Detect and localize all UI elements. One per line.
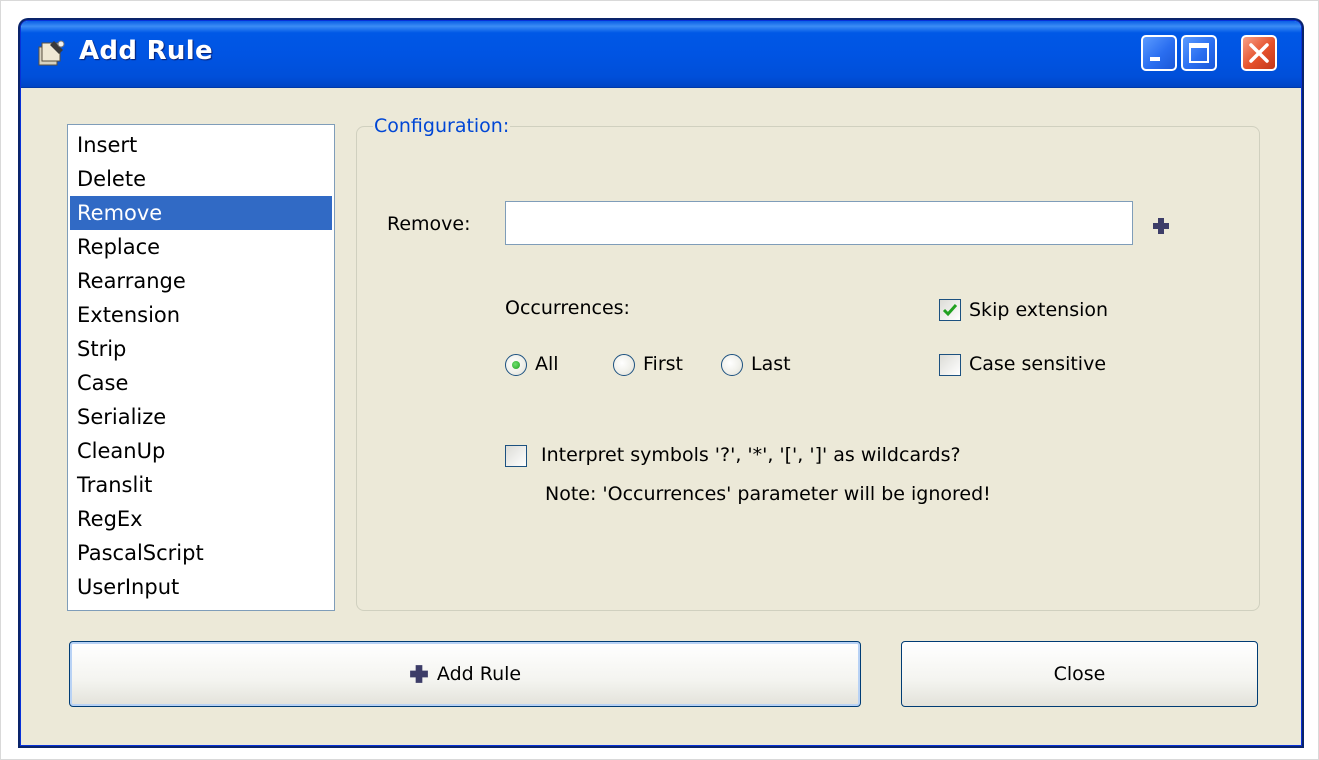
rule-list-item[interactable]: Remove: [70, 196, 332, 230]
wildcards-label[interactable]: Interpret symbols '?', '*', '[', ']' as …: [541, 444, 961, 466]
rule-list-item[interactable]: Rearrange: [70, 264, 332, 298]
case-sensitive-label[interactable]: Case sensitive: [969, 353, 1106, 375]
rule-list-item[interactable]: Serialize: [70, 400, 332, 434]
rule-wizard-icon: [37, 39, 67, 67]
occurrences-last-label[interactable]: Last: [751, 353, 791, 375]
radio-selected-dot: [512, 361, 520, 369]
add-rule-button[interactable]: Add Rule: [69, 641, 861, 707]
maximize-button[interactable]: [1181, 35, 1217, 71]
rule-list-item[interactable]: Extension: [70, 298, 332, 332]
add-rule-window: Add Rule Insert Delete Remove Replace Rearra…: [20, 20, 1302, 746]
occurrences-label: Occurrences:: [505, 297, 630, 319]
occurrences-all-label[interactable]: All: [535, 353, 559, 375]
wildcards-checkbox[interactable]: [505, 445, 527, 467]
skip-extension-label[interactable]: Skip extension: [969, 299, 1108, 321]
configuration-legend: Configuration:: [373, 115, 511, 137]
case-sensitive-checkbox[interactable]: [939, 354, 961, 376]
close-button[interactable]: Close: [901, 641, 1258, 707]
close-label: Close: [1053, 663, 1106, 685]
rule-list-item[interactable]: UserInput: [70, 570, 332, 604]
rule-list-item[interactable]: Insert: [70, 128, 332, 162]
configuration-group: [356, 126, 1260, 611]
maximize-icon: [1189, 43, 1209, 63]
rule-list-item[interactable]: Case: [70, 366, 332, 400]
close-icon: [1249, 43, 1269, 63]
wildcards-note: Note: 'Occurrences' parameter will be ig…: [545, 483, 991, 505]
rule-list-item[interactable]: CleanUp: [70, 434, 332, 468]
plus-icon[interactable]: [1152, 217, 1170, 239]
occurrences-first-radio[interactable]: [613, 354, 635, 376]
rule-list[interactable]: Insert Delete Remove Replace Rearrange Extens…: [67, 124, 335, 611]
rule-list-item[interactable]: PascalScript: [70, 536, 332, 570]
add-rule-label: Add Rule: [436, 663, 522, 685]
title-bar[interactable]: Add Rule: [21, 21, 1301, 88]
rule-list-item[interactable]: Translit: [70, 468, 332, 502]
plus-icon: [409, 664, 429, 684]
remove-input[interactable]: [505, 201, 1133, 245]
occurrences-first-label[interactable]: First: [643, 353, 683, 375]
close-window-button[interactable]: [1241, 35, 1277, 71]
remove-label: Remove:: [387, 213, 471, 235]
rule-list-item[interactable]: Replace: [70, 230, 332, 264]
minimize-icon: [1150, 57, 1160, 61]
checkmark-icon: [942, 304, 958, 317]
rule-list-item[interactable]: RegEx: [70, 502, 332, 536]
rule-list-item[interactable]: Strip: [70, 332, 332, 366]
rule-list-item[interactable]: Delete: [70, 162, 332, 196]
skip-extension-checkbox[interactable]: [939, 299, 961, 321]
occurrences-last-radio[interactable]: [721, 354, 743, 376]
occurrences-all-radio[interactable]: [505, 354, 527, 376]
window-title: Add Rule: [79, 36, 213, 66]
minimize-button[interactable]: [1141, 35, 1177, 71]
